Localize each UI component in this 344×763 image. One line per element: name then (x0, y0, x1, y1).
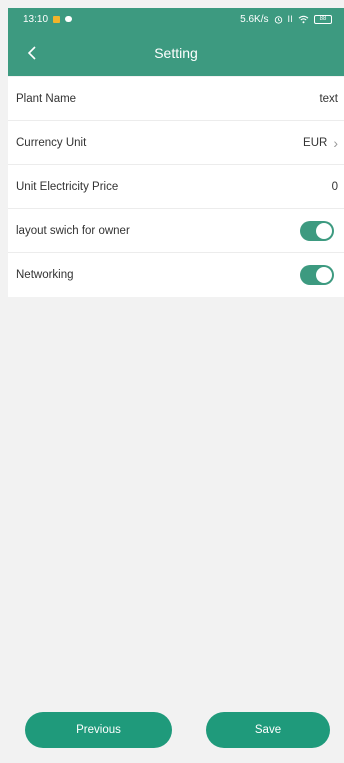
currency-unit-label: Currency Unit (16, 136, 87, 149)
signal-icon: Il (287, 14, 293, 24)
layout-switch-row: layout swich for owner (8, 209, 344, 253)
unit-electricity-price-row[interactable]: Unit Electricity Price 0 (8, 165, 344, 209)
layout-switch-label: layout swich for owner (16, 224, 130, 237)
plant-name-value: text (319, 92, 338, 105)
notification-icon (53, 15, 61, 23)
save-button[interactable]: Save (206, 712, 330, 748)
toggle-knob (316, 222, 332, 239)
cloud-icon (65, 16, 73, 22)
chevron-left-icon (27, 46, 36, 60)
layout-switch-toggle[interactable] (300, 220, 334, 241)
header-bar: Setting (8, 30, 344, 76)
status-left: 13:10 (23, 13, 73, 25)
page-title: Setting (154, 45, 198, 61)
app-frame: 13:10 5.6K/s Il 88 Setting Plant Name te… (0, 0, 344, 763)
status-time: 13:10 (23, 13, 49, 25)
previous-button[interactable]: Previous (25, 712, 172, 748)
currency-unit-value-wrap: EUR › (303, 136, 338, 150)
toggle-knob (316, 267, 332, 283)
network-speed: 5.6K/s (240, 13, 269, 25)
networking-toggle[interactable] (300, 265, 334, 285)
currency-unit-row[interactable]: Currency Unit EUR › (8, 121, 344, 165)
footer-actions: Previous Save (8, 712, 344, 750)
battery-icon: 88 (314, 14, 332, 24)
plant-name-label: Plant Name (16, 92, 77, 105)
back-button[interactable] (20, 30, 44, 76)
status-right: 5.6K/s Il 88 (240, 14, 332, 25)
chevron-right-icon: › (333, 134, 338, 151)
unit-electricity-price-value: 0 (331, 180, 338, 193)
alarm-icon (274, 15, 282, 24)
plant-name-row[interactable]: Plant Name text (8, 77, 344, 121)
networking-row: Networking (8, 253, 344, 297)
settings-list: Plant Name text Currency Unit EUR › Unit… (8, 77, 344, 297)
wifi-icon (298, 15, 309, 23)
networking-label: Networking (16, 269, 74, 281)
status-bar: 13:10 5.6K/s Il 88 (8, 8, 344, 30)
currency-unit-value: EUR (303, 136, 328, 149)
unit-electricity-price-label: Unit Electricity Price (16, 180, 119, 193)
